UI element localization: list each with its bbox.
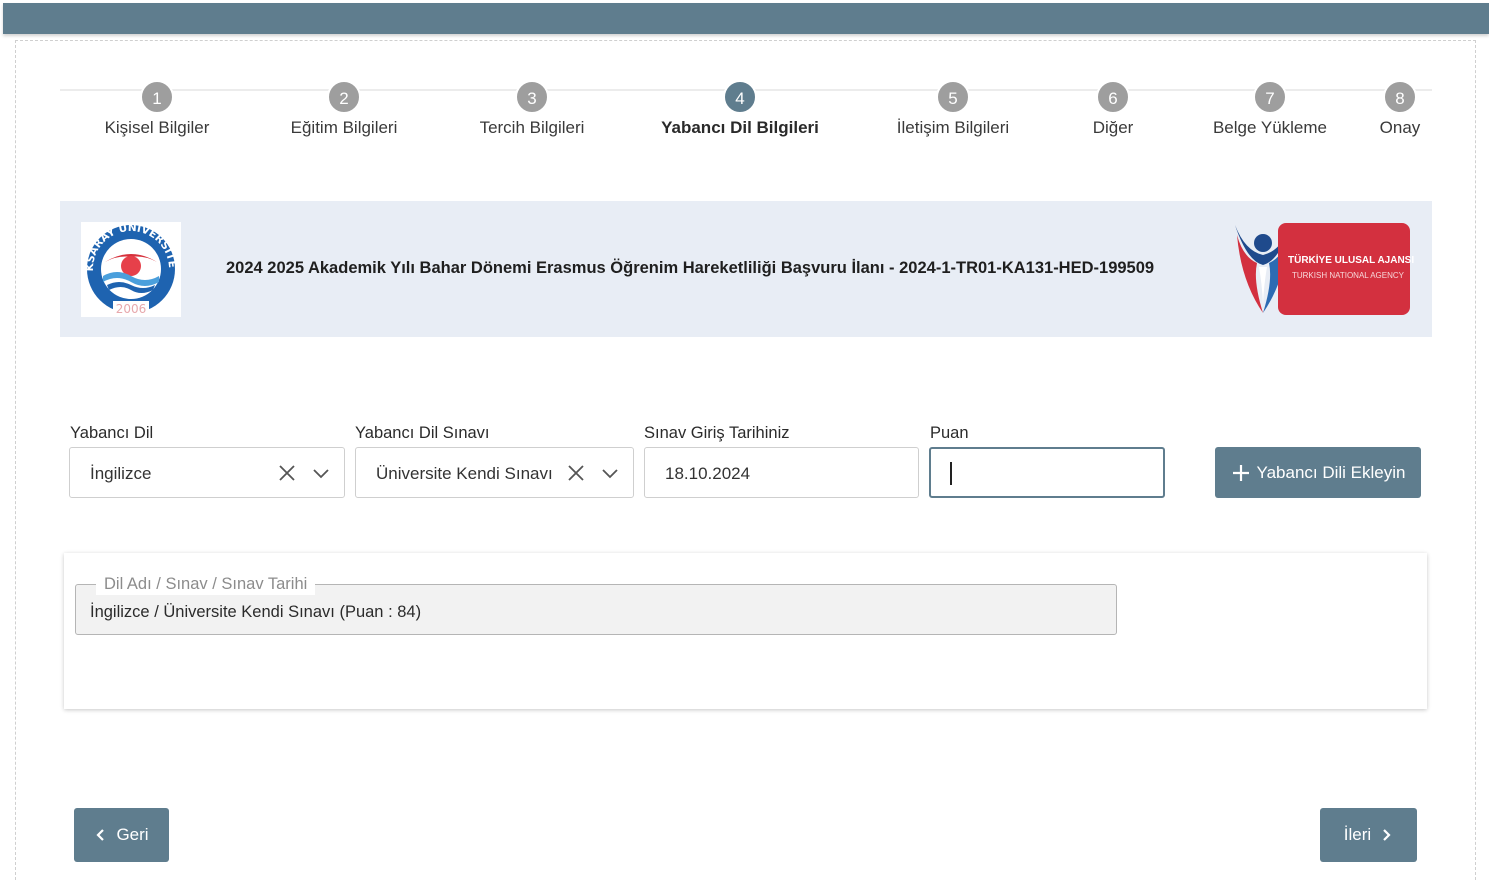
language-select[interactable]: İngilizce bbox=[69, 447, 345, 498]
exam-date-label: Sınav Giriş Tarihiniz bbox=[644, 424, 790, 442]
step-number: 6 bbox=[1096, 80, 1130, 114]
exam-select[interactable]: Üniversite Kendi Sınavı bbox=[355, 447, 634, 498]
announcement-banner: AKSARAY ÜNİVERSİTESİ 2006 2024 2025 Akad… bbox=[60, 201, 1432, 337]
step-label: Tercih Bilgileri bbox=[479, 118, 585, 137]
add-language-button-label: Yabancı Dili Ekleyin bbox=[1256, 462, 1406, 482]
next-button[interactable]: İleri bbox=[1320, 808, 1417, 862]
language-select-value: İngilizce bbox=[90, 464, 152, 483]
top-bar bbox=[3, 3, 1489, 34]
text-caret bbox=[950, 462, 952, 485]
exam-select-value: Üniversite Kendi Sınavı bbox=[376, 464, 553, 483]
language-list-legend: Dil Adı / Sınav / Sınav Tarihi bbox=[96, 573, 316, 595]
score-label: Puan bbox=[930, 424, 969, 442]
exam-date-input[interactable]: 18.10.2024 bbox=[644, 447, 919, 498]
step-number: 2 bbox=[327, 80, 361, 114]
language-list-card: Dil Adı / Sınav / Sınav Tarihi İngilizce… bbox=[64, 553, 1427, 709]
national-agency-logo: TÜRKİYE ULUSAL AJANSI TURKISH NATIONAL A… bbox=[1233, 221, 1415, 317]
plus-icon bbox=[1232, 464, 1249, 481]
step-tercih-bilgileri[interactable]: 3 Tercih Bilgileri bbox=[432, 80, 632, 138]
language-entry: Dil Adı / Sınav / Sınav Tarihi İngilizce… bbox=[75, 573, 1117, 635]
step-number: 5 bbox=[936, 80, 970, 114]
clear-icon[interactable] bbox=[565, 462, 587, 484]
next-button-label: İleri bbox=[1343, 825, 1372, 844]
clear-icon[interactable] bbox=[276, 462, 298, 484]
step-number: 7 bbox=[1253, 80, 1287, 114]
announcement-title: 2024 2025 Akademik Yılı Bahar Dönemi Era… bbox=[226, 259, 1155, 277]
agency-logo-text: TÜRKİYE ULUSAL AJANSI bbox=[1288, 255, 1415, 266]
language-entry-text: İngilizce / Üniversite Kendi Sınavı (Pua… bbox=[90, 603, 422, 621]
step-label: Eğitim Bilgileri bbox=[290, 118, 398, 137]
step-number: 3 bbox=[515, 80, 549, 114]
step-egitim-bilgileri[interactable]: 2 Eğitim Bilgileri bbox=[244, 80, 444, 138]
step-kisisel-bilgiler[interactable]: 1 Kişisel Bilgiler bbox=[57, 80, 257, 138]
chevron-down-icon[interactable] bbox=[310, 462, 332, 484]
add-language-button[interactable]: Yabancı Dili Ekleyin bbox=[1215, 447, 1421, 498]
back-button-label: Geri bbox=[116, 825, 149, 844]
step-label: Yabancı Dil Bilgileri bbox=[661, 118, 819, 137]
step-number: 8 bbox=[1383, 80, 1417, 114]
chevron-down-icon[interactable] bbox=[599, 462, 621, 484]
step-label: Onay bbox=[1379, 118, 1421, 137]
agency-logo-subtext: TURKISH NATIONAL AGENCY bbox=[1291, 271, 1405, 280]
university-logo: AKSARAY ÜNİVERSİTESİ 2006 bbox=[77, 211, 181, 317]
score-input[interactable] bbox=[929, 447, 1165, 498]
exam-date-value: 18.10.2024 bbox=[665, 464, 751, 483]
step-number: 1 bbox=[140, 80, 174, 114]
chevron-left-icon bbox=[96, 829, 105, 841]
step-onay[interactable]: 8 Onay bbox=[1300, 80, 1489, 138]
step-label: Kişisel Bilgiler bbox=[104, 118, 210, 137]
svg-text:2006: 2006 bbox=[116, 302, 147, 316]
exam-label: Yabancı Dil Sınavı bbox=[355, 424, 490, 442]
chevron-right-icon bbox=[1383, 829, 1391, 841]
back-button[interactable]: Geri bbox=[74, 808, 169, 862]
language-label: Yabancı Dil bbox=[70, 424, 154, 442]
step-yabanci-dil-bilgileri[interactable]: 4 Yabancı Dil Bilgileri bbox=[640, 80, 840, 138]
step-number: 4 bbox=[723, 80, 757, 114]
